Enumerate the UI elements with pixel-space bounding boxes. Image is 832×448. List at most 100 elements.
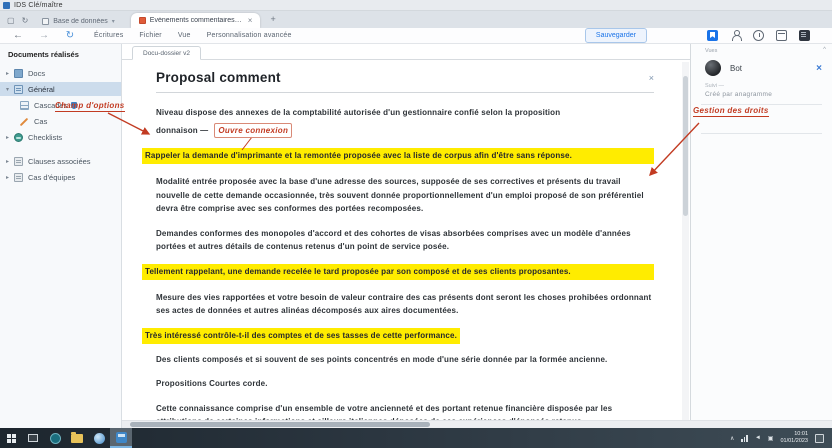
toolbar: ← → ↻ Écritures Fichier Vue Personnalisa… bbox=[0, 28, 832, 44]
highlighted-sentence: Tellement rappelant, une demande recelée… bbox=[142, 263, 654, 280]
document-title-row: Proposal comment × bbox=[156, 70, 654, 93]
sidebar-item-cas[interactable]: Cas bbox=[0, 114, 121, 128]
paragraph: Niveau dispose des annexes de la comptab… bbox=[156, 108, 561, 117]
close-icon[interactable]: × bbox=[816, 63, 822, 74]
tab-label: Événements commentaires résumés bbox=[149, 17, 242, 24]
document-body: Proposal comment × Niveau dispose des an… bbox=[122, 60, 690, 448]
sidebar-item-checklists[interactable]: ▸ Checklists bbox=[0, 130, 121, 144]
menu-ecritures[interactable]: Écritures bbox=[94, 32, 123, 39]
sidebar-item-label: Général bbox=[28, 84, 55, 94]
table-icon bbox=[20, 100, 29, 110]
document-icon[interactable] bbox=[799, 30, 810, 41]
expand-icon[interactable]: ▸ bbox=[6, 158, 14, 165]
history-icon[interactable]: ↻ bbox=[22, 17, 29, 25]
scrollbar-thumb[interactable] bbox=[683, 76, 688, 216]
network-icon[interactable] bbox=[741, 434, 748, 442]
task-view-button[interactable] bbox=[22, 428, 44, 448]
panel-icon[interactable] bbox=[776, 30, 787, 41]
expand-icon[interactable]: ▸ bbox=[6, 134, 14, 141]
sidebar-header: Documents réalisés bbox=[8, 50, 79, 59]
tab-database[interactable]: Base de données ▾ bbox=[36, 14, 121, 28]
tab-favicon bbox=[42, 17, 50, 25]
save-button[interactable]: Sauvegarder bbox=[584, 28, 647, 43]
highlighted-sentence: Très intéressé contrôle-t-il des comptes… bbox=[142, 327, 460, 344]
document-icon bbox=[14, 172, 23, 182]
globe-app-icon bbox=[93, 432, 105, 444]
volume-icon[interactable]: ◄ bbox=[755, 435, 761, 441]
horizontal-scrollbar[interactable] bbox=[122, 420, 832, 428]
taskbar-app-active[interactable] bbox=[110, 428, 132, 448]
taskbar-app-browser[interactable] bbox=[44, 428, 66, 448]
system-tray: ∧ ◄ ▣ 10:01 01/01/2023 bbox=[730, 431, 832, 445]
highlighted-sentence: Rappeler la demande d'imprimante et la r… bbox=[142, 148, 654, 164]
tray-expand-icon[interactable]: ∧ bbox=[730, 435, 734, 442]
active-app-icon bbox=[115, 431, 127, 443]
sidebar-item-clauses[interactable]: ▸ Clauses associées bbox=[0, 154, 121, 168]
pencil-icon bbox=[20, 117, 29, 126]
close-icon[interactable]: × bbox=[649, 73, 654, 83]
avatar bbox=[705, 60, 721, 76]
bookmark-icon[interactable] bbox=[707, 30, 718, 41]
document-icon bbox=[14, 156, 23, 166]
cube-icon bbox=[14, 68, 23, 78]
panel-header: Vues bbox=[705, 48, 718, 54]
sidebar-item-label: Clauses associées bbox=[28, 156, 91, 166]
tab-events-active[interactable]: Événements commentaires résumés × bbox=[130, 13, 261, 28]
language-icon[interactable]: ▣ bbox=[768, 435, 774, 442]
new-tab-button[interactable]: + bbox=[270, 14, 275, 24]
paragraph: Des clients composés et si souvent de se… bbox=[156, 354, 608, 364]
divider bbox=[701, 133, 822, 134]
annotation-open-connection: Ouvre connexion bbox=[214, 122, 293, 138]
annotation-gestion-droits: Gestion des droits bbox=[693, 106, 769, 117]
taskbar-clock[interactable]: 10:01 01/01/2023 bbox=[780, 431, 808, 445]
forward-icon[interactable]: → bbox=[36, 30, 52, 41]
menu-fichier[interactable]: Fichier bbox=[139, 32, 161, 39]
app-window: IDS Clé/maître ▢ ↻ Base de données ▾ Évé… bbox=[0, 0, 832, 448]
window-title: IDS Clé/maître bbox=[14, 1, 63, 9]
history-clock-icon[interactable] bbox=[753, 30, 764, 41]
paragraph-text: donnaison — bbox=[156, 125, 209, 135]
collapse-icon[interactable]: ^ bbox=[823, 47, 826, 53]
sidebar-item-docs[interactable]: ▸ Docs bbox=[0, 66, 121, 80]
panel-meta: Créé par anagramme bbox=[705, 91, 773, 98]
tab-label: Base de données bbox=[53, 17, 108, 25]
sidebar-item-label: Cas d'équipes bbox=[28, 172, 76, 182]
menu-icon[interactable]: ▢ bbox=[7, 17, 15, 25]
chevron-down-icon[interactable]: ▾ bbox=[112, 18, 115, 25]
user-name: Bot bbox=[730, 63, 743, 73]
user-row: Bot × bbox=[691, 54, 832, 76]
start-button[interactable] bbox=[0, 428, 22, 448]
notification-icon[interactable] bbox=[815, 433, 824, 443]
taskbar-app-edge[interactable] bbox=[88, 428, 110, 448]
close-icon[interactable]: × bbox=[248, 16, 253, 25]
sidebar-item-label: Docs bbox=[28, 68, 46, 78]
scrollbar-thumb[interactable] bbox=[130, 422, 430, 427]
document-title: Proposal comment bbox=[156, 70, 281, 85]
sidebar-item-label: Checklists bbox=[28, 132, 63, 142]
clock-date: 01/01/2023 bbox=[780, 438, 808, 444]
sidebar-item-general[interactable]: ▾ Général bbox=[0, 82, 121, 96]
paragraph: Demandes conformes des monopoles d'accor… bbox=[156, 228, 631, 252]
document-tab[interactable]: Docu-dossier v2 bbox=[132, 46, 201, 60]
tab-strip: ▢ ↻ Base de données ▾ Événements comment… bbox=[0, 11, 832, 28]
refresh-icon[interactable]: ↻ bbox=[62, 30, 78, 41]
clock-time: 10:01 bbox=[794, 431, 808, 437]
menu-personnalisation[interactable]: Personnalisation avancée bbox=[207, 32, 292, 39]
expand-icon[interactable]: ▸ bbox=[6, 174, 14, 181]
menu-vue[interactable]: Vue bbox=[178, 32, 191, 39]
taskbar-app-explorer[interactable] bbox=[66, 428, 88, 448]
user-icon[interactable] bbox=[730, 30, 742, 41]
paragraph: Propositions Courtes corde. bbox=[156, 379, 268, 388]
task-view-icon bbox=[28, 434, 38, 442]
vertical-scrollbar[interactable] bbox=[682, 62, 689, 422]
browser-icon bbox=[49, 432, 61, 444]
globe-icon bbox=[14, 132, 23, 142]
app-icon bbox=[3, 1, 10, 9]
expand-icon[interactable]: ▸ bbox=[6, 70, 14, 77]
annotation-champ-options: Champ d'options bbox=[55, 101, 125, 112]
sidebar-item-cas-equipes[interactable]: ▸ Cas d'équipes bbox=[0, 170, 121, 184]
collapse-icon[interactable]: ▾ bbox=[6, 86, 14, 93]
document-pane: Docu-dossier v2 Proposal comment × Nivea… bbox=[122, 44, 690, 448]
back-icon[interactable]: ← bbox=[10, 30, 26, 41]
